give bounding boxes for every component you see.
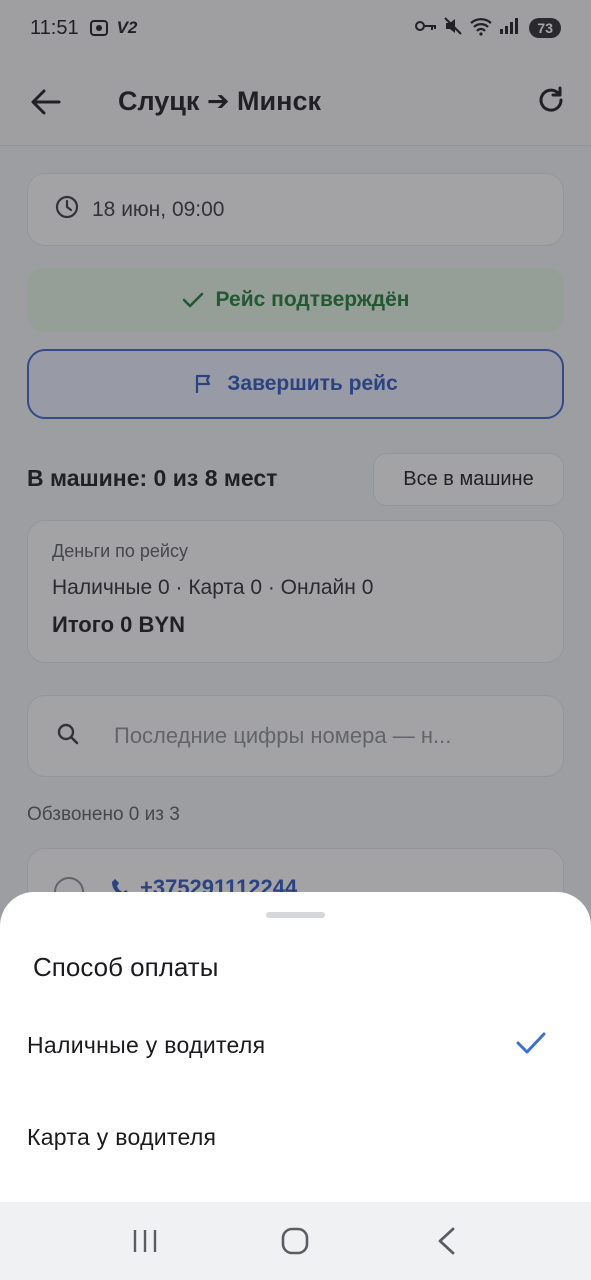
payment-option-label: Наличные у водителя [27, 1031, 266, 1058]
nav-recents-button[interactable] [115, 1211, 175, 1271]
sheet-drag-handle[interactable] [266, 912, 325, 918]
nav-back-button[interactable] [416, 1211, 476, 1271]
nav-home-button[interactable] [265, 1211, 325, 1271]
system-nav-bar [0, 1202, 591, 1280]
check-icon [515, 1030, 547, 1056]
back-chevron-icon [438, 1227, 455, 1255]
payment-option-cash[interactable]: Наличные у водителя [0, 1002, 591, 1088]
recents-icon [133, 1230, 157, 1252]
home-icon [282, 1227, 309, 1255]
payment-option-label: Карта у водителя [27, 1123, 217, 1150]
sheet-title: Способ оплаты [33, 952, 219, 982]
payment-option-card[interactable]: Карта у водителя [0, 1094, 591, 1180]
payment-method-sheet: Способ оплаты Наличные у водителя Карта … [0, 892, 591, 1202]
